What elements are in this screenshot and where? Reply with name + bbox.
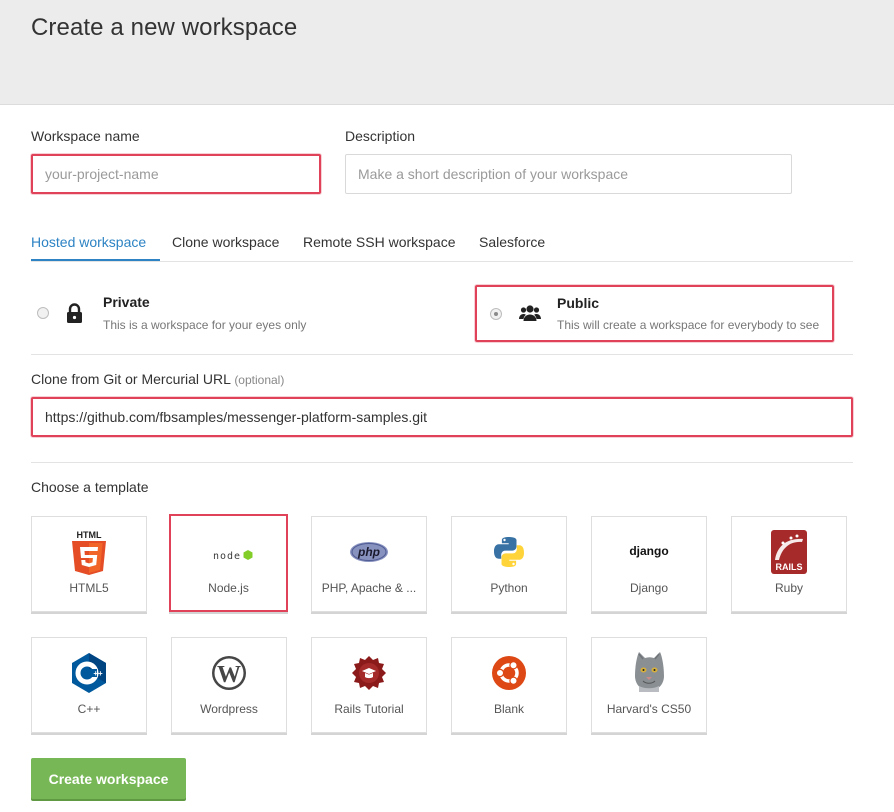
tab-clone-workspace[interactable]: Clone workspace	[172, 234, 279, 250]
nodejs-icon: node	[171, 534, 286, 576]
template-name: Ruby	[774, 581, 803, 595]
template-name: Node.js	[208, 581, 249, 595]
tab-hosted-workspace[interactable]: Hosted workspace	[31, 234, 146, 250]
private-radio[interactable]	[37, 307, 49, 319]
html5-icon: HTML	[32, 530, 146, 575]
choose-template-label: Choose a template	[31, 479, 149, 495]
template-name: PHP, Apache & ...	[321, 581, 417, 595]
template-name: Python	[490, 581, 528, 595]
template-cpp[interactable]: ++ C++	[31, 637, 147, 733]
clone-url-label: Clone from Git or Mercurial URL (optiona…	[31, 371, 284, 387]
private-description: This is a workspace for your eyes only	[103, 318, 307, 332]
cpp-icon: ++	[32, 652, 146, 694]
svg-text:django: django	[629, 544, 668, 558]
svg-text:++: ++	[93, 669, 103, 678]
template-name: Blank	[493, 702, 525, 716]
template-nodejs[interactable]: node Node.js	[169, 514, 288, 612]
template-ruby[interactable]: RAILS Ruby	[731, 516, 847, 612]
users-icon	[519, 304, 541, 327]
django-icon: django	[592, 531, 706, 573]
create-workspace-button[interactable]: Create workspace	[31, 758, 186, 799]
page-title: Create a new workspace	[31, 14, 298, 41]
template-html5[interactable]: HTML HTML5	[31, 516, 147, 612]
public-option[interactable]: Public This will create a workspace for …	[475, 285, 834, 342]
template-php-apache[interactable]: php PHP, Apache & ...	[311, 516, 427, 612]
tab-remote-ssh-workspace[interactable]: Remote SSH workspace	[303, 234, 456, 250]
template-rails-tutorial[interactable]: Rails Tutorial	[311, 637, 427, 733]
workspace-name-label: Workspace name	[31, 128, 140, 144]
clone-url-label-text: Clone from Git or Mercurial URL	[31, 371, 231, 387]
private-option[interactable]: Private This is a workspace for your eye…	[31, 284, 451, 340]
php-icon: php	[312, 531, 426, 573]
description-input[interactable]	[345, 154, 792, 194]
template-name: C++	[77, 702, 101, 716]
template-harvard-cs50[interactable]: Harvard's CS50	[591, 637, 707, 733]
template-blank[interactable]: Blank	[451, 637, 567, 733]
python-icon	[452, 531, 566, 573]
tab-salesforce[interactable]: Salesforce	[479, 234, 545, 250]
divider	[31, 354, 853, 355]
cat-icon	[592, 648, 706, 692]
description-label: Description	[345, 128, 416, 144]
svg-text:RAILS: RAILS	[776, 562, 803, 572]
svg-text:php: php	[357, 545, 380, 559]
svg-text:node: node	[212, 551, 240, 562]
rails-icon: RAILS	[732, 530, 846, 574]
page-header: Create a new workspace	[0, 0, 894, 105]
divider	[31, 462, 853, 463]
template-name: HTML5	[69, 581, 109, 595]
template-name: Django	[629, 581, 669, 595]
private-title: Private	[103, 294, 150, 310]
template-django[interactable]: django Django	[591, 516, 707, 612]
template-name: Rails Tutorial	[334, 702, 404, 716]
workspace-name-input[interactable]	[31, 154, 321, 194]
lock-icon	[66, 303, 83, 328]
public-radio[interactable]	[490, 308, 502, 320]
wordpress-icon: W	[172, 652, 286, 694]
svg-text:W: W	[217, 662, 241, 688]
template-name: Wordpress	[200, 702, 258, 716]
template-python[interactable]: Python	[451, 516, 567, 612]
active-tab-indicator	[31, 259, 160, 261]
ubuntu-icon	[452, 652, 566, 694]
svg-text:HTML: HTML	[77, 530, 102, 540]
public-title: Public	[557, 295, 600, 311]
workspace-type-tabs: Hosted workspace Clone workspace Remote …	[31, 224, 853, 262]
optional-hint: (optional)	[234, 373, 285, 387]
template-wordpress[interactable]: W Wordpress	[171, 637, 287, 733]
public-description: This will create a workspace for everybo…	[557, 318, 820, 332]
rails-tutorial-icon	[312, 652, 426, 694]
template-name: Harvard's CS50	[606, 702, 692, 716]
clone-url-input[interactable]	[31, 397, 853, 437]
